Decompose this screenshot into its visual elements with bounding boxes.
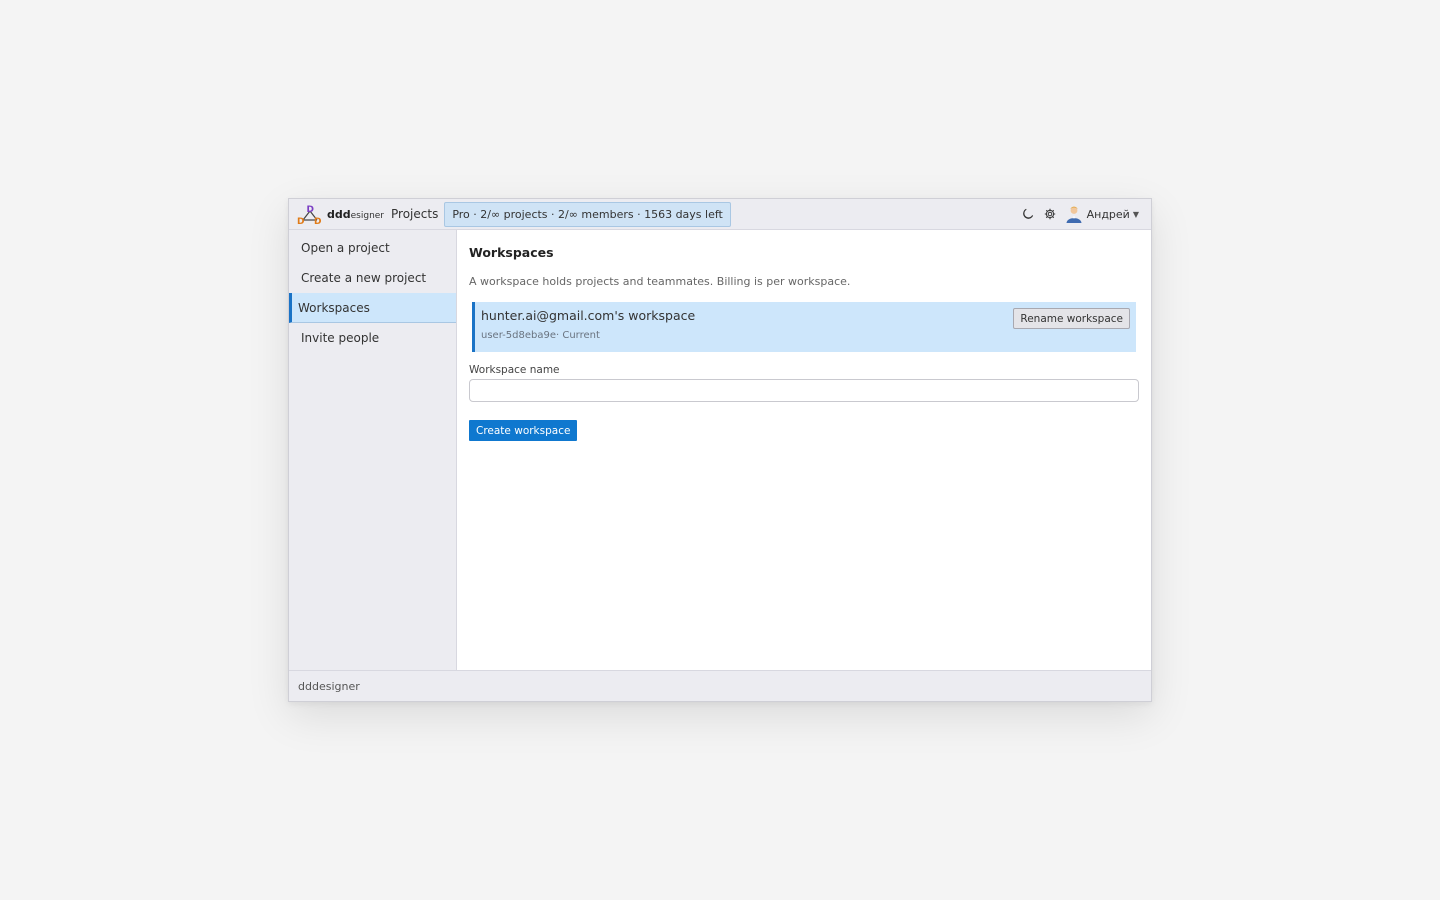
page-title: Workspaces [469,245,554,260]
dddesigner-logo-icon: D D D [297,205,321,225]
workspace-name-input[interactable] [469,379,1139,402]
caret-down-icon: ▼ [1132,209,1139,219]
sidebar: Open a project Create a new project Work… [289,230,457,670]
sidebar-item-open-project[interactable]: Open a project [289,233,456,263]
sidebar-item-label: Create a new project [301,271,427,285]
svg-text:D: D [314,217,321,225]
footer-text: dddesigner [298,679,360,693]
create-workspace-button[interactable]: Create workspace [469,420,578,441]
user-avatar-icon [1066,206,1082,223]
sidebar-item-workspaces[interactable]: Workspaces [289,293,456,323]
svg-text:D: D [307,205,314,215]
svg-text:D: D [297,217,304,225]
topbar-actions: Андрей ▼ [1021,199,1139,229]
app-window: D D D ddd esigner Projects Pro · 2/∞ proj… [288,198,1152,702]
moon-icon[interactable] [1021,207,1035,221]
main-content: Workspaces A workspace holds projects an… [457,230,1151,670]
plan-badge[interactable]: Pro · 2/∞ projects · 2/∞ members · 1563 … [444,201,731,227]
page-description: A workspace holds projects and teammates… [469,275,851,288]
sidebar-item-label: Open a project [301,241,390,255]
projects-link[interactable]: Projects [391,207,438,221]
gear-icon[interactable] [1043,207,1057,221]
brand-logo[interactable]: D D D ddd esigner [297,199,384,229]
user-menu[interactable]: Андрей ▼ [1065,205,1139,223]
rename-workspace-button[interactable]: Rename workspace [1013,308,1130,329]
footer: dddesigner [289,670,1151,701]
workspace-meta: user-5d8eba9e· Current [481,330,600,341]
brand-name: ddd esigner [327,207,385,221]
body-area: Open a project Create a new project Work… [289,230,1151,670]
workspace-name-label: Workspace name [469,364,560,376]
sidebar-item-label: Invite people [301,331,380,345]
workspace-card[interactable]: hunter.ai@gmail.com's workspace user-5d8… [472,302,1136,352]
top-bar: D D D ddd esigner Projects Pro · 2/∞ proj… [289,199,1151,230]
sidebar-item-create-project[interactable]: Create a new project [289,263,456,293]
sidebar-item-label: Workspaces [298,300,370,315]
sidebar-item-invite-people[interactable]: Invite people [289,323,456,353]
user-name: Андрей [1086,207,1130,221]
